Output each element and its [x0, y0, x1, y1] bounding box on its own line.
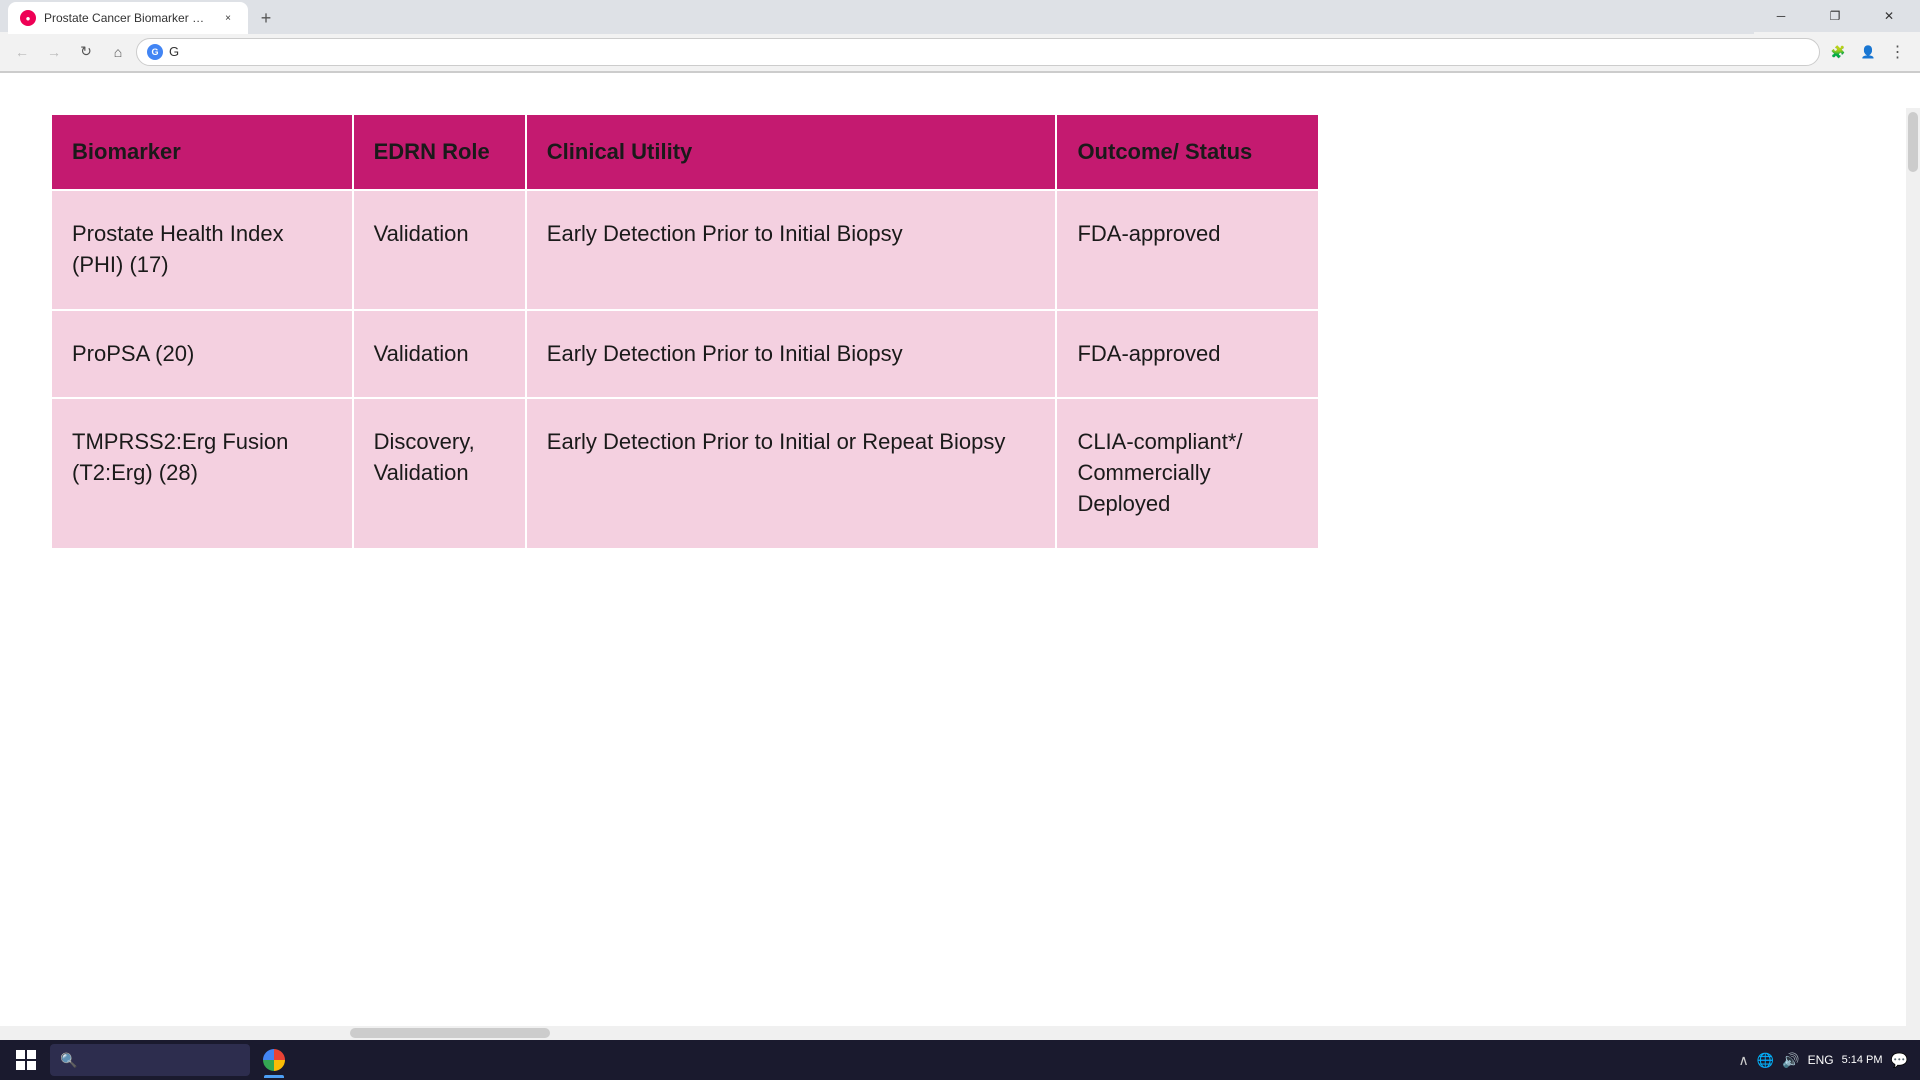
table-row: ProPSA (20) Validation Early Detection P…	[51, 310, 1319, 399]
extension-button[interactable]: 🧩	[1824, 38, 1852, 66]
window-controls: ─ ❐ ✕	[1758, 0, 1912, 32]
h-scrollbar-thumb[interactable]	[350, 1028, 550, 1038]
vertical-scrollbar[interactable]	[1906, 108, 1920, 1040]
profile-button[interactable]: 👤	[1854, 38, 1882, 66]
home-button[interactable]: ⌂	[104, 38, 132, 66]
notification-icon[interactable]: 💬	[1891, 1052, 1908, 1069]
tab-favicon: ●	[20, 10, 36, 26]
close-button[interactable]: ✕	[1866, 0, 1912, 32]
title-bar: ● Prostate Cancer Biomarker Devel × + ─ …	[0, 0, 1920, 32]
cell-outcome-3: CLIA-compliant*/ Commercially Deployed	[1056, 398, 1319, 548]
header-clinical-utility: Clinical Utility	[526, 114, 1057, 190]
taskbar-search[interactable]: 🔍	[50, 1044, 250, 1076]
cell-outcome-2: FDA-approved	[1056, 310, 1319, 399]
cell-edrn-3: Discovery, Validation	[353, 398, 526, 548]
chrome-icon	[263, 1049, 285, 1071]
cell-clinical-2: Early Detection Prior to Initial Biopsy	[526, 310, 1057, 399]
network-icon[interactable]: 🌐	[1757, 1052, 1774, 1069]
cell-biomarker-1: Prostate Health Index (PHI) (17)	[51, 190, 353, 310]
forward-button[interactable]: →	[40, 38, 68, 66]
clock-time: 5:14 PM	[1842, 1053, 1883, 1067]
browser-tab-active[interactable]: ● Prostate Cancer Biomarker Devel ×	[8, 2, 248, 34]
start-button[interactable]	[4, 1042, 48, 1078]
cell-clinical-3: Early Detection Prior to Initial or Repe…	[526, 398, 1057, 548]
tab-close-button[interactable]: ×	[220, 10, 236, 26]
tab-bar: ● Prostate Cancer Biomarker Devel × +	[8, 0, 1754, 34]
cell-clinical-1: Early Detection Prior to Initial Biopsy	[526, 190, 1057, 310]
table-row: Prostate Health Index (PHI) (17) Validat…	[51, 190, 1319, 310]
header-biomarker: Biomarker	[51, 114, 353, 190]
taskbar-chrome-app[interactable]	[252, 1042, 296, 1078]
cell-edrn-2: Validation	[353, 310, 526, 399]
minimize-button[interactable]: ─	[1758, 0, 1804, 32]
header-edrn-role: EDRN Role	[353, 114, 526, 190]
back-button[interactable]: ←	[8, 38, 36, 66]
header-outcome-status: Outcome/ Status	[1056, 114, 1319, 190]
page-content: Biomarker EDRN Role Clinical Utility Out…	[0, 73, 1920, 1045]
cell-biomarker-2: ProPSA (20)	[51, 310, 353, 399]
horizontal-scrollbar[interactable]	[0, 1026, 1920, 1040]
taskbar: 🔍 ∧ 🌐 🔊 ENG 5:14 PM 💬	[0, 1040, 1920, 1080]
tray-arrow-icon[interactable]: ∧	[1738, 1052, 1748, 1069]
biomarker-table: Biomarker EDRN Role Clinical Utility Out…	[50, 113, 1320, 550]
address-input[interactable]	[169, 44, 1809, 59]
cell-biomarker-3: TMPRSS2:Erg Fusion (T2:Erg) (28)	[51, 398, 353, 548]
browser-chrome: ● Prostate Cancer Biomarker Devel × + ─ …	[0, 0, 1920, 73]
cell-edrn-1: Validation	[353, 190, 526, 310]
new-tab-button[interactable]: +	[252, 4, 280, 32]
tab-title: Prostate Cancer Biomarker Devel	[44, 11, 212, 25]
google-favicon: G	[147, 44, 163, 60]
cell-outcome-1: FDA-approved	[1056, 190, 1319, 310]
refresh-button[interactable]: ↻	[72, 38, 100, 66]
volume-icon[interactable]: 🔊	[1782, 1052, 1799, 1069]
toolbar-right: 🧩 👤 ⋮	[1824, 38, 1912, 66]
scrollbar-thumb[interactable]	[1908, 112, 1918, 172]
tray-time: 5:14 PM	[1842, 1053, 1883, 1067]
search-icon: 🔍	[60, 1052, 77, 1069]
language-label: ENG	[1808, 1053, 1834, 1067]
windows-icon	[16, 1050, 36, 1070]
table-header-row: Biomarker EDRN Role Clinical Utility Out…	[51, 114, 1319, 190]
address-bar[interactable]: G	[136, 38, 1820, 66]
menu-button[interactable]: ⋮	[1884, 38, 1912, 66]
table-row: TMPRSS2:Erg Fusion (T2:Erg) (28) Discove…	[51, 398, 1319, 548]
taskbar-tray: ∧ 🌐 🔊 ENG 5:14 PM 💬	[1738, 1052, 1916, 1069]
browser-toolbar: ← → ↻ ⌂ G 🧩 👤 ⋮	[0, 32, 1920, 72]
maximize-button[interactable]: ❐	[1812, 0, 1858, 32]
